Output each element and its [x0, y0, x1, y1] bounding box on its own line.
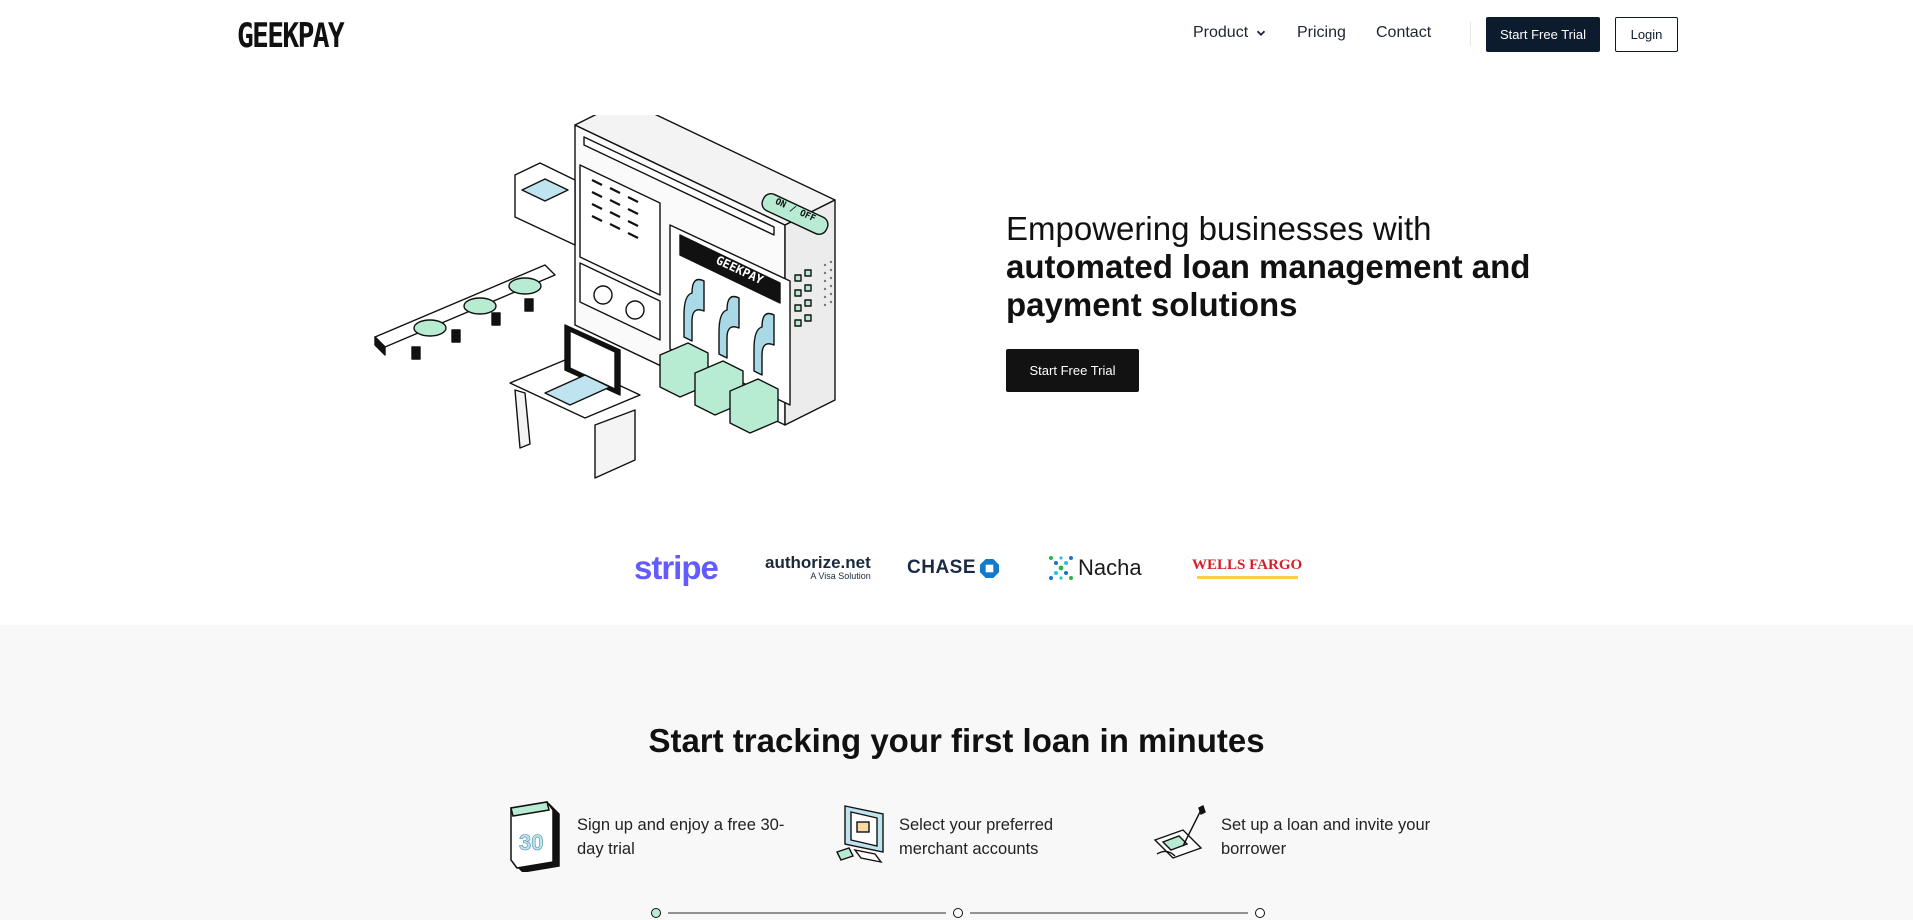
login-button[interactable]: Login [1615, 17, 1678, 52]
authorize-net-tagline: A Visa Solution [810, 571, 871, 581]
progress-dot [953, 908, 963, 918]
nav-divider [1470, 22, 1471, 46]
nacha-dots-icon [1049, 556, 1073, 580]
steps-section-title: Start tracking your first loan in minute… [648, 722, 1265, 759]
pen-signature-icon [1153, 805, 1206, 859]
hero-title-line1: Empowering businesses with [1006, 210, 1432, 247]
authorize-net-name: authorize.net [765, 553, 871, 572]
nacha-name: Nacha [1078, 555, 1142, 580]
computer-merchant-icon [836, 805, 884, 864]
step-signup-text: Sign up and enjoy a free 30-day trial [577, 816, 785, 858]
step-invite-text: Set up a loan and invite your borrower [1221, 816, 1431, 858]
calendar-30-icon: 30 [510, 801, 560, 872]
nav-product[interactable]: Product [1193, 24, 1266, 42]
stripe-logo: stripe [634, 549, 719, 586]
nav-product-label: Product [1193, 24, 1249, 41]
nav-pricing[interactable]: Pricing [1297, 24, 1346, 42]
chase-logo: CHASE [907, 548, 1000, 588]
geekpay-logo[interactable]: GEEKPAY [237, 16, 345, 56]
loan-machine-illustration: GEEKPAY ON / OFF [374, 115, 836, 479]
partner-logos: stripe authorize.net A Visa Solution CHA… [630, 548, 1310, 588]
nav-contact[interactable]: Contact [1376, 24, 1431, 42]
steps-progress-track [651, 908, 1265, 918]
wells-fargo-logo: WELLS FARGO [1192, 548, 1302, 588]
nacha-logo: Nacha [1048, 548, 1142, 588]
step-merchant-text: Select your preferred merchant accounts [899, 816, 1054, 858]
chase-octagon-icon [980, 558, 1000, 578]
authorize-net-logo: authorize.net A Visa Solution [765, 548, 871, 588]
hero-title: Empowering businesses with automated loa… [1006, 210, 1566, 324]
steps-section [0, 625, 1913, 920]
wells-fargo-name: WELLS FARGO [1192, 557, 1303, 573]
progress-dot [1255, 908, 1265, 918]
chase-name: CHASE [907, 557, 977, 578]
hero-title-bold: automated loan management and payment so… [1006, 248, 1531, 323]
hero-start-free-trial-button[interactable]: Start Free Trial [1006, 349, 1139, 392]
calendar-number: 30 [519, 830, 543, 855]
chevron-down-icon [1257, 30, 1266, 36]
progress-dot-active [651, 908, 661, 918]
site-header: GEEKPAY Product Pricing Contact Start Fr… [0, 0, 1913, 70]
wells-fargo-underline [1196, 576, 1298, 579]
start-free-trial-button[interactable]: Start Free Trial [1486, 17, 1600, 52]
